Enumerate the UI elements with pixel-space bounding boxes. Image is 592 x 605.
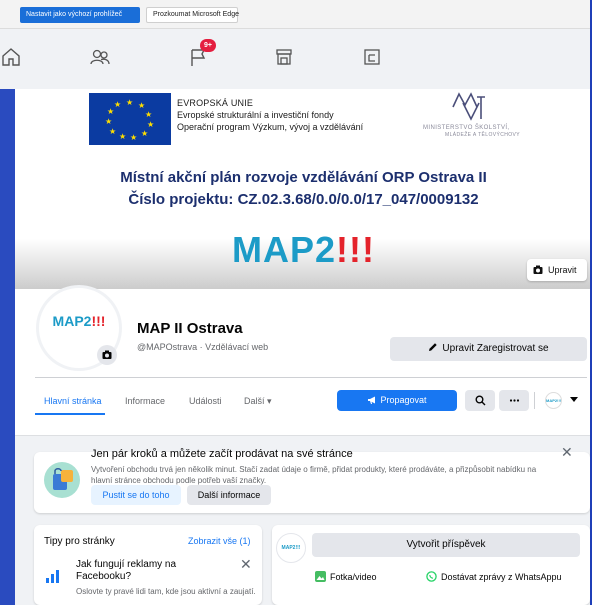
- eu-line-3: Operační program Výzkum, vývoj a vzděláv…: [177, 122, 364, 132]
- more-options-button[interactable]: [499, 390, 529, 411]
- page-handle: @MAPOstrava · Vzdělávací web: [137, 342, 269, 352]
- edge-promo-bar: Nastavit jako výchozí prohlížeč Prozkoum…: [0, 0, 592, 29]
- frame-left-edge: [0, 89, 15, 605]
- action-separator: [534, 392, 535, 409]
- notification-badge: 9+: [200, 39, 216, 52]
- page-name: MAP II Ostrava: [137, 320, 243, 337]
- search-button[interactable]: [465, 390, 495, 411]
- account-avatar: MAP2!!!: [545, 392, 562, 409]
- megaphone-icon: [368, 396, 376, 404]
- close-icon[interactable]: ✕: [561, 444, 573, 461]
- bar-chart-icon: [46, 570, 60, 583]
- tip-item-description: Oslovte ty pravé lidi tam, kde jsou akti…: [76, 587, 256, 596]
- facebook-nav-bar: 9+: [0, 29, 592, 89]
- promote-label: Propagovat: [380, 395, 427, 405]
- active-tab-indicator: [35, 413, 105, 415]
- cover-brand-logo: MAP2!!!: [15, 229, 592, 271]
- tips-title: Tipy pro stránky: [44, 536, 115, 547]
- edit-register-button[interactable]: Upravit Zaregistrovat se: [390, 337, 587, 361]
- shop-start-button[interactable]: Pustit se do toho: [91, 485, 181, 505]
- eu-line-1: EVROPSKÁ UNIE: [177, 98, 254, 108]
- ellipsis-icon: [509, 399, 520, 402]
- cover-photo: ★ ★ ★ ★ ★ ★ ★ ★ ★ ★ ★ EVROPSKÁ UNIE Evro…: [15, 89, 592, 289]
- tips-see-all-link[interactable]: Zobrazit vše (1): [188, 536, 251, 546]
- tab-home[interactable]: Hlavní stránka: [44, 396, 102, 406]
- ministry-text: MINISTERSTVO ŠKOLSTVÍ, MLÁDEŽE A TĚLOVÝC…: [423, 125, 533, 139]
- cover-brand-exclaim: !!!: [336, 229, 375, 270]
- browser-window: Nastavit jako výchozí prohlížeč Prozkoum…: [0, 0, 592, 605]
- chevron-down-icon: [570, 397, 578, 402]
- edit-cover-button[interactable]: Upravit: [527, 259, 587, 281]
- photo-video-button[interactable]: Fotka/video: [315, 571, 377, 582]
- composer-avatar: MAP2!!!: [276, 533, 306, 563]
- camera-icon: [533, 265, 543, 274]
- create-post-button[interactable]: Vytvořit příspěvek: [312, 533, 580, 557]
- eu-program-text: EVROPSKÁ UNIE Evropské strukturální a in…: [177, 97, 363, 133]
- whatsapp-label: Dostávat zprávy z WhatsAppu: [441, 572, 562, 582]
- profile-divider: [35, 377, 587, 378]
- shop-info-button[interactable]: Další informace: [187, 485, 271, 505]
- cover-project-title: Místní akční plán rozvoje vzdělávání ORP…: [15, 167, 592, 211]
- tab-more[interactable]: Další ▾: [244, 396, 272, 407]
- eu-line-2: Evropské strukturální a investiční fondy: [177, 110, 334, 120]
- cover-title-line-1: Místní akční plán rozvoje vzdělávání ORP…: [120, 169, 487, 186]
- profile-header: MAP2!!! MAP II Ostrava @MAPOstrava · Vzd…: [15, 285, 592, 436]
- eu-flag-logo: ★ ★ ★ ★ ★ ★ ★ ★ ★ ★ ★: [89, 93, 171, 145]
- groups-icon[interactable]: [361, 46, 383, 68]
- cover-title-line-2: Číslo projektu: CZ.02.3.68/0.0/0.0/17_04…: [128, 191, 479, 208]
- shop-description: Vytvoření obchodu trvá jen několik minut…: [91, 465, 537, 485]
- camera-icon: [102, 350, 112, 359]
- photo-video-label: Fotka/video: [330, 572, 377, 582]
- msmt-logo-icon: [451, 91, 487, 121]
- tab-events[interactable]: Události: [189, 396, 222, 406]
- avatar-brand-exclaim: !!!: [91, 313, 106, 329]
- photo-icon: [315, 571, 326, 582]
- pencil-icon: [429, 343, 438, 351]
- set-default-browser-button[interactable]: Nastavit jako výchozí prohlížeč: [20, 7, 140, 23]
- tip-item-title[interactable]: Jak fungují reklamy na Facebooku?: [76, 559, 226, 583]
- promote-button[interactable]: Propagovat: [337, 390, 457, 411]
- friends-icon[interactable]: [89, 46, 111, 68]
- account-switcher[interactable]: MAP2!!!: [543, 390, 589, 411]
- avatar-brand: MAP2!!!: [39, 313, 119, 329]
- close-icon[interactable]: ✕: [240, 556, 252, 573]
- marketplace-icon[interactable]: [273, 46, 295, 68]
- cover-brand-text: MAP2: [232, 229, 337, 270]
- explore-edge-button[interactable]: Prozkoumat Microsoft Edge: [146, 7, 239, 23]
- avatar-brand-text: MAP2: [52, 313, 92, 329]
- shop-setup-card: Jen pár kroků a můžete začít prodávat na…: [34, 444, 590, 513]
- whatsapp-icon: [426, 571, 437, 582]
- ministry-line-1: MINISTERSTVO ŠKOLSTVÍ,: [423, 125, 510, 131]
- shop-title: Jen pár kroků a můžete začít prodávat na…: [91, 448, 353, 460]
- edit-cover-label: Upravit: [548, 265, 577, 275]
- post-composer: MAP2!!! Vytvořit příspěvek Fotka/video D…: [272, 525, 590, 605]
- page-tips-card: Tipy pro stránky Zobrazit vše (1) Jak fu…: [34, 525, 262, 605]
- ministry-line-2: MLÁDEŽE A TĚLOVÝCHOVY: [445, 132, 520, 138]
- tab-info[interactable]: Informace: [125, 396, 165, 406]
- search-icon: [475, 395, 486, 406]
- edit-register-label: Upravit Zaregistrovat se: [442, 343, 549, 354]
- home-icon[interactable]: [0, 46, 22, 68]
- whatsapp-button[interactable]: Dostávat zprávy z WhatsAppu: [426, 571, 562, 582]
- shop-illustration-icon: [44, 462, 80, 498]
- avatar-camera-button[interactable]: [97, 345, 117, 365]
